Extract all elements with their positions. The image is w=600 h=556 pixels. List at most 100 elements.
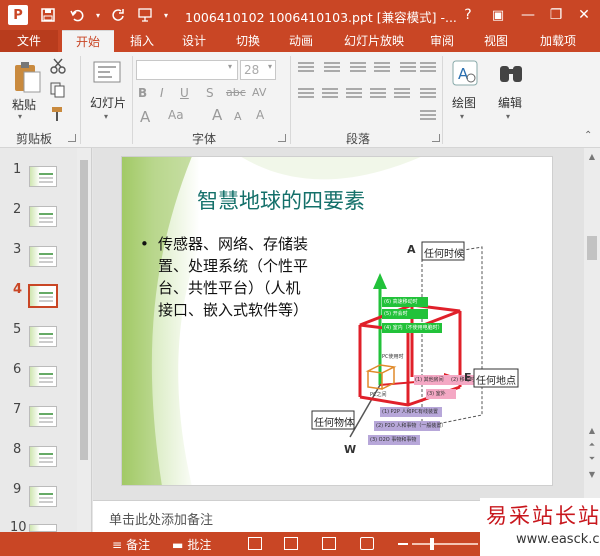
undo-dropdown-icon[interactable]: ▾ — [92, 5, 104, 25]
align-right-icon[interactable] — [346, 88, 362, 102]
italic-button[interactable]: I — [160, 86, 164, 100]
copy-icon[interactable] — [50, 82, 66, 98]
change-case-button[interactable]: Aa — [168, 108, 184, 122]
previous-slide-icon[interactable]: ⏶ — [584, 438, 600, 452]
zoom-slider[interactable] — [412, 543, 478, 545]
start-slideshow-icon[interactable] — [134, 5, 156, 25]
scrollbar-thumb[interactable] — [587, 236, 597, 260]
cut-icon[interactable] — [50, 58, 66, 74]
ribbon-display-icon[interactable]: ▣ — [488, 5, 508, 25]
tab-view[interactable]: 视图 — [472, 30, 520, 52]
current-slide[interactable]: 智慧地球的四要素 • 传感器、网络、存储装置、处理系统（个性平台、共性平台）（人… — [121, 156, 553, 486]
paste-button[interactable]: 粘贴 — [12, 96, 36, 113]
shadow-button[interactable]: S — [206, 86, 214, 100]
slide-sorter-icon[interactable] — [284, 537, 298, 550]
slide-thumbnail[interactable] — [29, 406, 57, 427]
decrease-indent-icon[interactable] — [350, 62, 366, 76]
drawing-icon[interactable]: A — [450, 58, 480, 88]
next-slide-icon[interactable]: ⏷ — [584, 452, 600, 466]
restore-icon[interactable]: ❐ — [546, 5, 566, 25]
undo-icon[interactable] — [66, 5, 88, 25]
bullets-icon[interactable] — [298, 62, 314, 76]
increase-indent-icon[interactable] — [374, 62, 390, 76]
zoom-out-icon[interactable] — [398, 543, 408, 545]
normal-view-icon[interactable] — [248, 537, 262, 550]
slide-thumbnail[interactable] — [29, 326, 57, 347]
shrink-font-icon[interactable]: A — [234, 110, 242, 123]
slide-thumbnail[interactable] — [29, 166, 57, 187]
thumbnail-scrollbar[interactable] — [77, 148, 91, 532]
redo-icon[interactable] — [108, 5, 128, 25]
minimize-icon[interactable]: — — [518, 5, 538, 25]
smartart-icon[interactable] — [420, 110, 436, 124]
tab-slideshow[interactable]: 幻灯片放映 — [334, 30, 414, 52]
slide-diagram[interactable]: A 任何时候 E 任何地点 W 任何物体 (6) 高速移动时 (5) 开会时 (… — [310, 237, 550, 459]
columns-icon[interactable] — [394, 88, 410, 102]
justify-icon[interactable] — [370, 88, 386, 102]
slideshow-view-icon[interactable] — [360, 537, 374, 550]
tab-insert[interactable]: 插入 — [118, 30, 166, 52]
align-text-icon[interactable] — [420, 88, 436, 102]
drawing-button[interactable]: 绘图 — [452, 94, 476, 111]
scroll-down-icon[interactable]: ▼ — [584, 468, 600, 482]
reading-view-icon[interactable] — [322, 537, 336, 550]
text-direction-icon[interactable] — [420, 62, 436, 76]
paste-dropdown-icon[interactable]: ▾ — [18, 112, 22, 121]
new-slide-icon[interactable] — [92, 58, 122, 88]
scroll-up-icon[interactable]: ▲ — [584, 424, 600, 438]
tab-review[interactable]: 审阅 — [418, 30, 466, 52]
slide-body-text[interactable]: • 传感器、网络、存储装置、处理系统（个性平台、共性平台）（人机接口、嵌入式软件… — [140, 233, 310, 321]
slide-thumbnail[interactable] — [29, 446, 57, 467]
binoculars-icon[interactable] — [496, 58, 526, 88]
comments-toggle-button[interactable]: ▬ 批注 — [172, 536, 211, 553]
slide-title[interactable]: 智慧地球的四要素 — [197, 185, 365, 215]
customize-toolbar-icon[interactable]: ▾ — [160, 5, 172, 25]
clipboard-launcher-icon[interactable] — [68, 134, 76, 142]
tab-file[interactable]: 文件 — [0, 30, 58, 52]
drawing-dropdown-icon[interactable]: ▾ — [460, 112, 464, 121]
collapse-ribbon-icon[interactable]: ⌃ — [584, 130, 592, 141]
tab-animations[interactable]: 动画 — [277, 30, 325, 52]
char-spacing-icon[interactable]: AV — [252, 86, 266, 99]
editing-dropdown-icon[interactable]: ▾ — [506, 112, 510, 121]
grow-font-icon[interactable]: A — [212, 106, 222, 124]
notes-toggle-button[interactable]: ≡ 备注 — [112, 536, 150, 553]
font-color-icon[interactable]: A — [140, 108, 150, 126]
scrollbar-thumb[interactable] — [80, 160, 88, 460]
tab-design[interactable]: 设计 — [170, 30, 218, 52]
tab-transitions[interactable]: 切换 — [224, 30, 272, 52]
new-slide-button[interactable]: 幻灯片 — [90, 94, 126, 111]
font-launcher-icon[interactable] — [278, 134, 286, 142]
underline-button[interactable]: U — [180, 86, 189, 100]
strikethrough-button[interactable]: abc — [226, 86, 246, 99]
slide-thumbnail[interactable] — [29, 246, 57, 267]
slide-thumbnail-selected[interactable] — [28, 284, 58, 308]
save-icon[interactable] — [38, 5, 58, 25]
slide-thumbnail-pane: 1 2 3 4 5 6 7 8 9 10 — [0, 148, 92, 535]
align-left-icon[interactable] — [298, 88, 314, 102]
new-slide-dropdown-icon[interactable]: ▾ — [104, 112, 108, 121]
slide-thumbnail[interactable] — [29, 366, 57, 387]
paragraph-launcher-icon[interactable] — [432, 134, 440, 142]
zoom-slider-handle[interactable] — [430, 538, 434, 550]
line-spacing-icon[interactable] — [400, 62, 416, 76]
slide-thumbnail[interactable] — [29, 524, 57, 532]
numbering-icon[interactable] — [324, 62, 340, 76]
slide-thumbnail[interactable] — [29, 206, 57, 227]
scroll-up-icon[interactable]: ▲ — [584, 150, 600, 164]
tab-home[interactable]: 开始 — [62, 30, 114, 52]
font-name-dropdown-icon[interactable]: ▾ — [228, 62, 232, 71]
tab-addins[interactable]: 加载项 — [528, 30, 588, 52]
bold-button[interactable]: B — [138, 86, 147, 100]
paste-icon[interactable] — [12, 60, 42, 96]
font-size-dropdown-icon[interactable]: ▾ — [268, 62, 272, 71]
font-name-input[interactable] — [136, 60, 238, 80]
align-center-icon[interactable] — [322, 88, 338, 102]
close-icon[interactable]: ✕ — [574, 5, 594, 25]
vertical-scrollbar[interactable]: ▲ ▲ ⏶ ⏷ ▼ — [584, 148, 600, 500]
format-painter-icon[interactable] — [50, 106, 66, 121]
editing-button[interactable]: 编辑 — [498, 94, 522, 111]
help-icon[interactable]: ? — [458, 5, 478, 25]
clear-format-icon[interactable]: A — [256, 108, 264, 122]
slide-thumbnail[interactable] — [29, 486, 57, 507]
